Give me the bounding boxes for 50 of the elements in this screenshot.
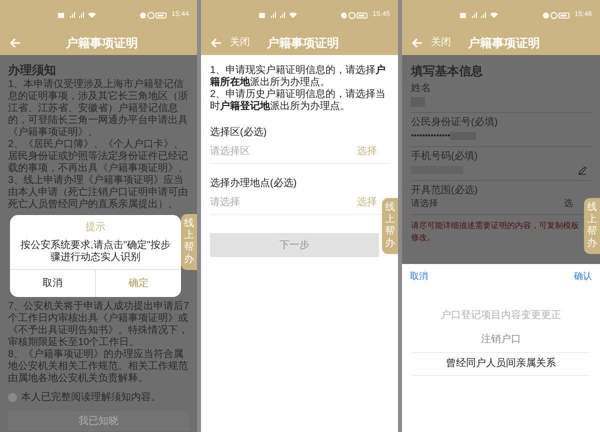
field-label: 选择办理地点(必选) bbox=[210, 176, 298, 191]
notice-paragraph: 3、线上申请办理《户籍事项证明》应当由本人申请（死亡注销户口证明申请可由死亡人员曾经同户的直系亲属提出）。 bbox=[8, 175, 189, 211]
picker-option[interactable]: 注销户口 bbox=[412, 328, 590, 352]
field-label: 开具范围(必选) bbox=[411, 184, 479, 197]
instruction-text: 1、申请现实户籍证明信息的，请选择户籍所在地派出所为办理点。 bbox=[210, 65, 387, 88]
agree-checkbox[interactable] bbox=[8, 393, 17, 402]
picker-option[interactable]: 户口登记项目内容变更更正 bbox=[412, 304, 590, 328]
page-title: 户籍事项证明 bbox=[468, 34, 540, 52]
notice-paragraph: 8、《户籍事项证明》的办理应当符合属地公安机关相关工作规范。相关工作规范由属地各地公安机关负责解释。 bbox=[8, 349, 189, 385]
select-link[interactable]: 选择 bbox=[357, 144, 377, 159]
select-field[interactable]: 请选择 bbox=[210, 195, 240, 210]
field-label: 选择区(必选) bbox=[210, 126, 268, 140]
help-tab[interactable]: 线上帮办 bbox=[181, 214, 197, 270]
agree-label: 本人已完整阅读理解须知内容。 bbox=[21, 390, 161, 405]
select-link[interactable]: 选择 bbox=[357, 195, 377, 210]
id-number-value: •••••••••••••• bbox=[411, 130, 450, 142]
field-label: 手机号码(必填) bbox=[411, 150, 479, 163]
section-heading: 办理须知 bbox=[8, 62, 57, 78]
section-heading: 填写基本信息 bbox=[411, 63, 484, 79]
hint-text: 请尽可能详细描述需要证明的内容，可复制模板 bbox=[411, 220, 580, 232]
notice-paragraph: 2、《居民户口簿》、《个人户口卡》、居民身份证或护照等法定身份证件已经记载的事项，不再出具《户籍事项证明》。 bbox=[8, 139, 189, 174]
instruction-text: 2、申请历史户籍证明信息的，请选择当时户籍登记地派出所为办理点。 bbox=[210, 89, 387, 113]
help-tab[interactable]: 线上帮办 bbox=[584, 198, 600, 254]
page-title: 户籍事项证明 bbox=[66, 34, 138, 52]
help-tab[interactable]: 线上帮办 bbox=[382, 198, 398, 254]
status-icons-drawing bbox=[58, 12, 98, 18]
back-arrow-icon[interactable] bbox=[412, 38, 423, 48]
status-icons-drawing bbox=[259, 12, 299, 18]
close-link[interactable]: 关闭 bbox=[431, 35, 451, 50]
field-label: 姓名 bbox=[411, 82, 432, 95]
picker-option[interactable]: 曾经同户人员间亲属关系 bbox=[412, 352, 590, 376]
pencil-icon bbox=[578, 166, 587, 174]
select-link[interactable]: 选 bbox=[564, 197, 573, 211]
select-field[interactable]: 请选择 bbox=[411, 197, 438, 211]
back-arrow-icon[interactable] bbox=[211, 38, 222, 48]
page-title: 户籍事项证明 bbox=[267, 34, 339, 52]
select-field[interactable]: 请选择区 bbox=[210, 144, 250, 159]
field-label: 公民身份证号(必填) bbox=[411, 116, 499, 129]
dialog-button[interactable]: 确定 bbox=[95, 270, 181, 297]
dialog-title: 提示 bbox=[84, 221, 106, 235]
status-icons-drawing bbox=[460, 12, 500, 18]
confirm-button[interactable]: 确认 bbox=[574, 270, 592, 284]
notice-paragraph: 7、公安机关将于申请人成功提出申请后7个工作日内审核出具《户籍事项证明》或《不予出具证明告知书》。特殊情况下，审核期限延长至10个工作日。 bbox=[8, 301, 190, 348]
notice-paragraph: 1、本申请仅受理涉及上海市户籍登记信息的证明事项，涉及其它长三角地区（浙江省、江苏省、安徽省）户籍登记信息的，可登陆长三角一网通办平台申请出具《户籍事项证明》。 bbox=[8, 79, 189, 138]
hint-text: 修改。 bbox=[411, 232, 436, 244]
dialog-message: 按公安系统要求,请点击"确定"按步骤进行动态实人识别 bbox=[20, 238, 172, 265]
back-arrow-icon[interactable] bbox=[10, 38, 21, 48]
dialog-button[interactable]: 取消 bbox=[10, 270, 95, 297]
close-link[interactable]: 关闭 bbox=[230, 35, 250, 50]
cancel-button[interactable]: 取消 bbox=[410, 270, 428, 284]
